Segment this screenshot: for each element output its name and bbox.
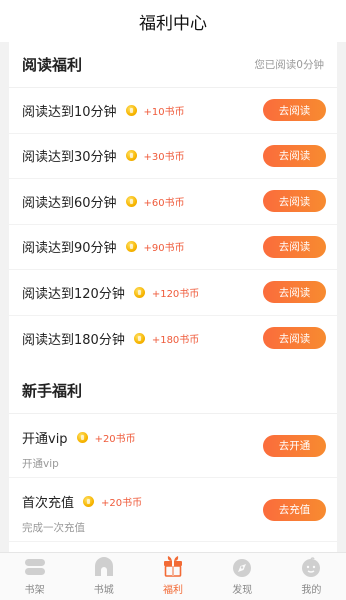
coin-icon — [125, 104, 137, 116]
go-read-button[interactable]: 去阅读 — [263, 327, 326, 350]
task-label: 阅读达到30分钟 — [22, 150, 117, 166]
task-label: 阅读达到60分钟 — [22, 195, 117, 211]
coin-icon — [125, 195, 137, 207]
reading-card-title: 阅读福利 — [22, 56, 83, 74]
task-label: 首次充值 — [22, 496, 75, 511]
reading-task-row: 阅读达到120分钟 +120书币 去阅读 — [9, 270, 337, 316]
reading-task-row: 阅读达到30分钟 +30书币 去阅读 — [9, 134, 337, 179]
reading-card-header: 阅读福利 您已阅读0分钟 — [9, 42, 337, 88]
task-description: 完成一次充值 — [22, 522, 85, 534]
reward-amount: +10书币 — [143, 106, 185, 118]
reading-time-note: 您已阅读0分钟 — [254, 59, 324, 71]
task-label: 阅读达到120分钟 — [22, 286, 125, 302]
tab-label: 书架 — [24, 585, 45, 596]
newbie-task-row: 首次充值 +20书币 完成一次充值 去充值 — [9, 478, 337, 542]
bookshelf-icon — [24, 559, 45, 575]
tab-label: 书城 — [93, 585, 114, 596]
go-read-button[interactable]: 去阅读 — [263, 190, 326, 213]
reading-task-row: 阅读达到180分钟 +180书币 去阅读 — [9, 316, 337, 362]
gift-icon — [164, 556, 182, 577]
coin-icon — [133, 286, 145, 298]
task-label: 阅读达到10分钟 — [22, 104, 117, 120]
reward-amount: +20书币 — [101, 498, 143, 509]
tab-profile[interactable]: 我的 — [277, 553, 346, 600]
go-read-button[interactable]: 去阅读 — [263, 144, 326, 167]
newbie-card-title: 新手福利 — [22, 382, 83, 400]
reading-task-row: 阅读达到10分钟 +10书币 去阅读 — [9, 88, 337, 134]
discover-icon — [233, 559, 252, 577]
reward-amount: +90书币 — [143, 243, 185, 255]
coin-icon — [125, 150, 137, 162]
go-read-button[interactable]: 去阅读 — [263, 235, 326, 258]
bottom-tab-bar: 书架 书城 福利 发现 我的 — [0, 552, 346, 600]
coin-icon — [76, 432, 88, 443]
tab-welfare[interactable]: 福利 — [138, 553, 207, 600]
tab-discover[interactable]: 发现 — [208, 553, 277, 600]
reading-task-row: 阅读达到60分钟 +60书币 去阅读 — [9, 179, 337, 225]
reward-amount: +120书币 — [151, 288, 200, 300]
content-area[interactable]: 阅读福利 您已阅读0分钟 阅读达到10分钟 +10书币 去阅读 阅读达到30分钟… — [0, 42, 346, 552]
reward-amount: +30书币 — [143, 152, 185, 164]
newbie-task-row: 开通vip +20书币 开通vip 去开通 — [9, 414, 337, 478]
page-title: 福利中心 — [139, 13, 207, 34]
tab-label: 福利 — [163, 585, 183, 596]
tab-bookstore[interactable]: 书城 — [69, 553, 138, 600]
task-label: 开通vip — [22, 432, 68, 447]
task-label: 阅读达到90分钟 — [22, 241, 117, 257]
tab-label: 发现 — [232, 585, 253, 596]
header: 福利中心 — [0, 0, 346, 42]
tab-label: 我的 — [301, 585, 322, 596]
task-label: 阅读达到180分钟 — [22, 332, 125, 348]
reading-task-row: 阅读达到90分钟 +90书币 去阅读 — [9, 225, 337, 270]
tab-bookshelf[interactable]: 书架 — [0, 553, 69, 600]
bookstore-icon — [94, 557, 113, 576]
recharge-button[interactable]: 去充值 — [263, 498, 326, 521]
reading-welfare-card: 阅读福利 您已阅读0分钟 阅读达到10分钟 +10书币 去阅读 阅读达到30分钟… — [9, 42, 337, 394]
go-read-button[interactable]: 去阅读 — [263, 99, 326, 122]
profile-icon — [302, 557, 321, 577]
reward-amount: +180书币 — [151, 334, 200, 346]
coin-icon — [125, 241, 137, 253]
newbie-welfare-card: 新手福利 开通vip +20书币 开通vip 去开通 首次充值 +20书币 完成… — [9, 368, 337, 552]
task-description: 开通vip — [22, 458, 59, 470]
open-vip-button[interactable]: 去开通 — [263, 434, 326, 457]
reward-amount: +20书币 — [94, 434, 136, 445]
reward-amount: +60书币 — [143, 197, 185, 209]
go-read-button[interactable]: 去阅读 — [263, 281, 326, 304]
coin-icon — [133, 332, 145, 344]
newbie-card-header: 新手福利 — [9, 368, 337, 414]
coin-icon — [83, 496, 95, 507]
